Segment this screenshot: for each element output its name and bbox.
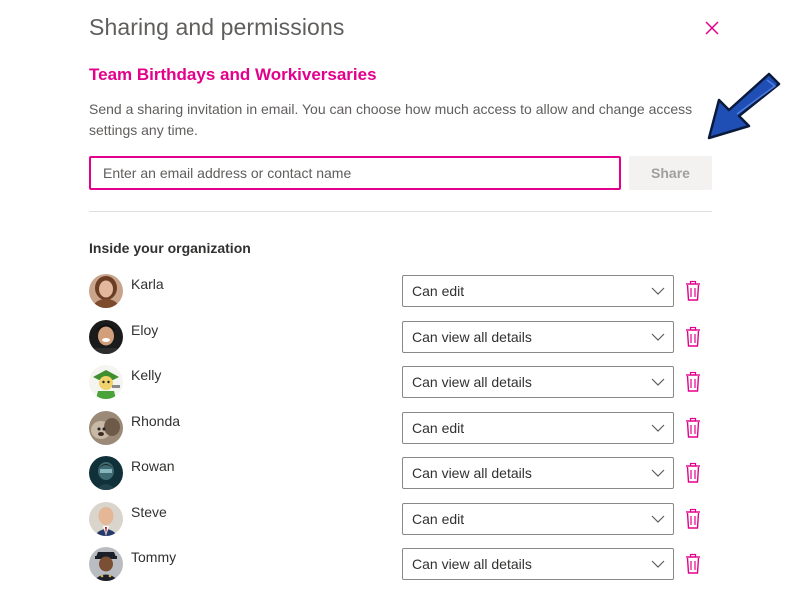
permission-dropdown[interactable]: Can view all details: [402, 320, 674, 353]
person-row: Tommy Can view all details: [89, 546, 719, 592]
avatar: [89, 319, 123, 354]
person-row: Steve Can edit: [89, 501, 719, 547]
permission-dropdown[interactable]: Can edit: [402, 275, 674, 307]
permission-dropdown[interactable]: Can view all details: [402, 548, 674, 580]
trash-icon[interactable]: [683, 371, 703, 393]
email-contact-input[interactable]: [89, 156, 621, 190]
avatar: [89, 365, 123, 399]
person-name: Eloy: [131, 321, 159, 338]
person-row: Rhonda Can edit: [89, 410, 719, 456]
permission-value: Can edit: [412, 419, 465, 436]
permission-dropdown[interactable]: Can view all details: [402, 457, 674, 489]
permission-value: Can view all details: [412, 465, 532, 481]
divider: [89, 211, 712, 212]
dialog-title: Sharing and permissions: [89, 14, 345, 40]
person-row: Rowan Can view all details: [89, 455, 719, 501]
close-icon[interactable]: [700, 16, 724, 40]
chevron-down-icon: [651, 424, 665, 432]
sharing-dialog: Sharing and permissions Team Birthdays a…: [0, 0, 800, 602]
chevron-down-icon: [651, 287, 665, 295]
person-row: Karla Can edit: [89, 273, 719, 319]
person-name: Rhonda: [131, 412, 181, 429]
person-row: Eloy Can view all details: [89, 319, 719, 365]
avatar: [89, 501, 123, 536]
arrow-icon: [707, 72, 781, 140]
avatar: [89, 410, 123, 445]
permission-dropdown[interactable]: Can edit: [402, 502, 674, 535]
permission-value: Can edit: [412, 510, 465, 527]
permission-value: Can edit: [412, 283, 465, 299]
avatar: [89, 456, 123, 490]
person-name: Steve: [131, 503, 167, 520]
avatar: [89, 274, 123, 308]
person-name: Tommy: [131, 549, 177, 565]
share-button[interactable]: Share: [629, 156, 712, 190]
chevron-down-icon: [651, 560, 665, 568]
trash-icon[interactable]: [683, 417, 703, 439]
person-name: Karla: [131, 276, 164, 292]
section-heading: Inside your organization: [89, 240, 251, 256]
trash-icon[interactable]: [683, 508, 703, 530]
sharing-description: Send a sharing invitation in email. You …: [89, 101, 693, 138]
person-name: Kelly: [131, 367, 162, 383]
person-row: Kelly Can view all details: [89, 364, 719, 410]
trash-icon[interactable]: [683, 326, 703, 348]
chevron-down-icon: [651, 378, 665, 386]
list-title: Team Birthdays and Workiversaries: [89, 65, 377, 84]
permission-dropdown[interactable]: Can edit: [402, 411, 674, 444]
trash-icon[interactable]: [683, 280, 703, 302]
permission-value: Can view all details: [412, 328, 532, 345]
permission-value: Can view all details: [412, 374, 532, 390]
trash-icon[interactable]: [683, 462, 703, 484]
permission-dropdown[interactable]: Can view all details: [402, 366, 674, 398]
chevron-down-icon: [651, 469, 665, 477]
permission-value: Can view all details: [412, 556, 532, 572]
trash-icon[interactable]: [683, 553, 703, 575]
avatar: [89, 547, 123, 581]
person-name: Rowan: [131, 458, 175, 474]
chevron-down-icon: [651, 515, 665, 523]
chevron-down-icon: [651, 333, 665, 341]
people-list: Karla Can edit Eloy Can view all details…: [89, 273, 719, 592]
